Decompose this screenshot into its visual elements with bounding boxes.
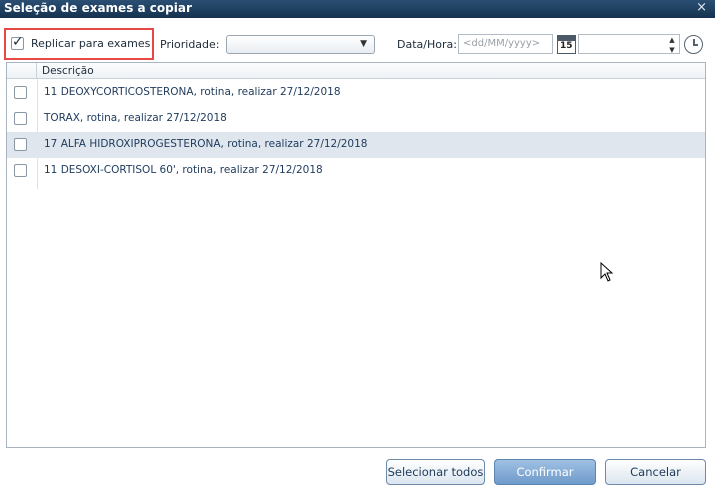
grid-header: Descrição (7, 63, 705, 79)
table-row-selected[interactable]: 17 ALFA HIDROXIPROGESTERONA, rotina, rea… (7, 132, 705, 158)
table-row[interactable]: 11 DEOXYCORTICOSTERONA, rotina, realizar… (7, 80, 705, 106)
window-title: Seleção de exames a copiar (4, 1, 192, 15)
date-input[interactable]: <dd/MM/yyyy> (458, 34, 553, 54)
row-description: 11 DEOXYCORTICOSTERONA, rotina, realizar… (44, 86, 341, 98)
datetime-label: Data/Hora: (397, 38, 457, 51)
time-spinner[interactable]: ▲ ▼ (665, 35, 679, 55)
description-column-header[interactable]: Descrição (42, 65, 94, 77)
calendar-day-number: 15 (560, 41, 573, 51)
row-checkbox[interactable] (14, 138, 27, 151)
table-row[interactable]: TORAX, rotina, realizar 27/12/2018 (7, 106, 705, 132)
table-row[interactable]: 11 DESOXI-CORTISOL 60', rotina, realizar… (7, 158, 705, 184)
replicate-checkbox[interactable] (11, 34, 24, 50)
grid-header-checkbox-column (7, 63, 37, 79)
select-all-button[interactable]: Selecionar todos (386, 459, 485, 485)
row-checkbox[interactable] (14, 112, 27, 125)
close-icon[interactable]: × (696, 0, 707, 15)
row-description: 17 ALFA HIDROXIPROGESTERONA, rotina, rea… (44, 138, 368, 150)
filter-toolbar: Replicar para exames Prioridade: ▼ Data/… (0, 18, 715, 62)
row-checkbox[interactable] (14, 86, 27, 99)
replicate-label[interactable]: Replicar para exames (31, 37, 150, 50)
row-description: 11 DESOXI-CORTISOL 60', rotina, realizar… (44, 164, 323, 176)
priority-label: Prioridade: (160, 38, 220, 51)
mouse-pointer-icon (600, 262, 614, 282)
priority-select[interactable]: ▼ (226, 35, 375, 54)
clock-icon[interactable] (684, 35, 703, 54)
spinner-down-icon[interactable]: ▼ (665, 45, 679, 55)
confirm-button[interactable]: Confirmar (494, 459, 596, 485)
calendar-icon[interactable]: 15 (557, 35, 576, 54)
spinner-up-icon[interactable]: ▲ (665, 35, 679, 45)
chevron-down-icon: ▼ (360, 39, 367, 49)
row-description: TORAX, rotina, realizar 27/12/2018 (44, 112, 227, 124)
exams-grid: Descrição 11 DEOXYCORTICOSTERONA, rotina… (6, 62, 706, 448)
window-titlebar: Seleção de exames a copiar × (0, 0, 715, 18)
cancel-button[interactable]: Cancelar (605, 459, 706, 485)
row-checkbox[interactable] (14, 164, 27, 177)
